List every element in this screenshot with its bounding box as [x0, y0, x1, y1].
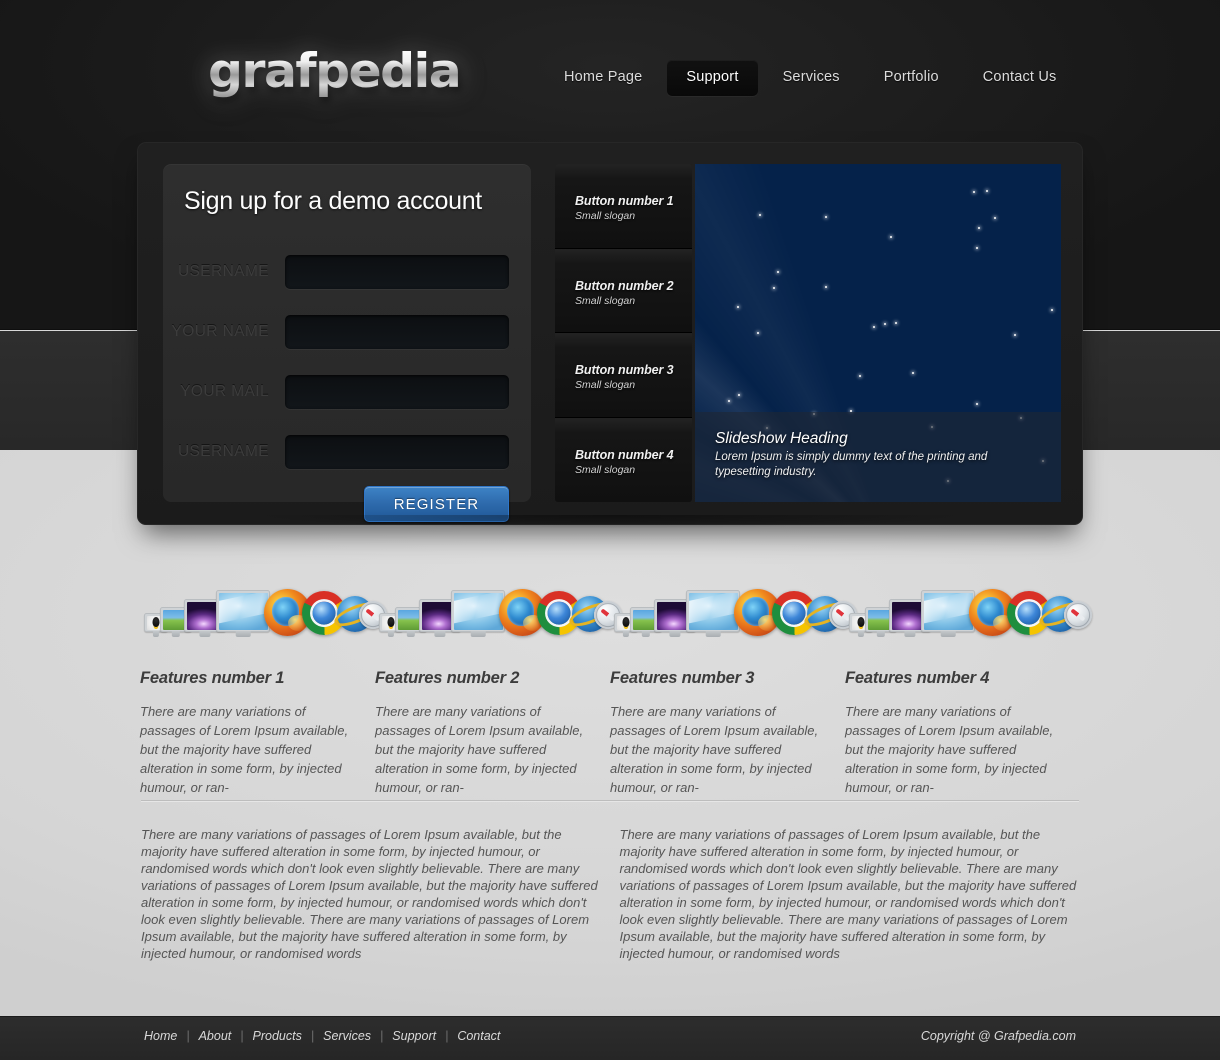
footer-link-products[interactable]: Products	[253, 1029, 302, 1043]
footer-separator: |	[445, 1029, 449, 1043]
label-username-2: USERNAME	[177, 443, 269, 460]
slideshow-caption-heading: Slideshow Heading	[715, 430, 848, 447]
feature-1-title: Features number 1	[140, 669, 285, 687]
label-your-mail: YOUR MAIL	[180, 383, 269, 400]
nav-item-support[interactable]: Support	[667, 60, 758, 96]
footer-separator: |	[240, 1029, 244, 1043]
nav-item-contact-us[interactable]: Contact Us	[964, 60, 1076, 96]
footer-link-home[interactable]: Home	[144, 1029, 177, 1043]
input-username-1[interactable]	[285, 255, 509, 289]
slideshow-button-1[interactable]: Button number 1 Small slogan	[555, 164, 692, 249]
register-row: REGISTER	[163, 482, 531, 522]
footer-link-about[interactable]: About	[199, 1029, 232, 1043]
feature-3-text: There are many variations of passages of…	[610, 704, 819, 795]
browsers-and-monitors-icon	[614, 585, 857, 643]
browsers-and-monitors-icon	[849, 585, 1092, 643]
content-divider	[141, 800, 1079, 801]
nav-item-services[interactable]: Services	[764, 60, 859, 96]
bottom-text-column-2: There are many variations of passages of…	[619, 827, 1077, 961]
form-row-username-2: USERNAME	[163, 422, 531, 482]
feature-card-4: Features number 4 There are many variati…	[845, 585, 1092, 797]
footer-separator: |	[310, 1029, 315, 1043]
feature-card-2: Features number 2 There are many variati…	[375, 585, 622, 797]
feature-2-title: Features number 2	[375, 669, 520, 687]
slideshow-button-1-title: Button number 1	[575, 194, 674, 208]
feature-3-title: Features number 3	[610, 669, 755, 687]
features-row: Features number 1 There are many variati…	[140, 585, 1092, 797]
signup-title: Sign up for a demo account	[184, 187, 482, 215]
register-button[interactable]: REGISTER	[364, 486, 509, 522]
footer-separator: |	[186, 1029, 190, 1043]
form-row-username-1: USERNAME	[163, 242, 531, 302]
monitor-mac-aqua-icon	[451, 590, 505, 632]
hero-panel: Sign up for a demo account USERNAME YOUR…	[137, 142, 1083, 525]
safari-icon	[1064, 601, 1092, 629]
footer-link-services[interactable]: Services	[323, 1029, 371, 1043]
slideshow-button-4-title: Button number 4	[575, 447, 674, 462]
input-username-2[interactable]	[285, 435, 509, 469]
feature-2-text: There are many variations of passages of…	[375, 704, 584, 795]
feature-4-text: There are many variations of passages of…	[845, 704, 1054, 795]
slideshow-stage[interactable]: Slideshow Heading Lorem Ipsum is simply …	[695, 164, 1061, 502]
form-row-your-mail: YOUR MAIL	[163, 362, 531, 422]
input-your-mail[interactable]	[285, 375, 509, 409]
bottom-text-columns: There are many variations of passages of…	[141, 826, 1079, 962]
browsers-and-monitors-icon	[144, 585, 387, 643]
footer-separator: |	[380, 1029, 384, 1043]
header: grafpedia Home Page Support Services Por…	[140, 0, 1080, 140]
feature-4-art	[845, 585, 1092, 643]
slideshow-button-1-slogan: Small slogan	[575, 210, 636, 222]
feature-3-art	[610, 585, 857, 643]
signup-fields: USERNAME YOUR NAME YOUR MAIL USERNAME RE…	[163, 242, 531, 522]
form-row-your-name: YOUR NAME	[163, 302, 531, 362]
footer-navigation: Home | About | Products | Services | Sup…	[144, 1029, 500, 1043]
slideshow-caption: Slideshow Heading Lorem Ipsum is simply …	[695, 412, 1061, 502]
slideshow-button-2[interactable]: Button number 2 Small slogan	[555, 248, 692, 333]
slideshow-button-4[interactable]: Button number 4 Small slogan	[555, 417, 692, 502]
feature-card-3: Features number 3 There are many variati…	[610, 585, 857, 797]
monitor-mac-aqua-icon	[686, 590, 740, 632]
nav-item-portfolio[interactable]: Portfolio	[865, 60, 958, 96]
feature-2-art	[375, 585, 622, 643]
label-your-name: YOUR NAME	[171, 323, 269, 340]
slideshow-button-3-slogan: Small slogan	[575, 379, 636, 391]
page-root: grafpedia Home Page Support Services Por…	[0, 0, 1220, 1060]
monitor-mac-aqua-icon	[216, 590, 270, 632]
feature-card-1: Features number 1 There are many variati…	[140, 585, 387, 797]
site-logo[interactable]: grafpedia	[208, 44, 462, 99]
footer-link-support[interactable]: Support	[392, 1029, 436, 1043]
input-your-name[interactable]	[285, 315, 509, 349]
slideshow-button-list: Button number 1 Small slogan Button numb…	[555, 164, 692, 502]
main-navigation: Home Page Support Services Portfolio Con…	[545, 60, 1076, 96]
monitor-mac-aqua-icon	[921, 590, 975, 632]
bottom-text-column-1: There are many variations of passages of…	[141, 827, 598, 961]
label-username-1: USERNAME	[177, 263, 269, 280]
slideshow-button-2-title: Button number 2	[575, 278, 674, 293]
slideshow-button-3[interactable]: Button number 3 Small slogan	[555, 333, 692, 418]
copyright-text: Copyright @ Grafpedia.com	[920, 1029, 1076, 1043]
feature-1-art	[140, 585, 387, 643]
nav-item-home-page[interactable]: Home Page	[545, 60, 661, 96]
footer-link-contact[interactable]: Contact	[457, 1029, 500, 1043]
signup-form-card: Sign up for a demo account USERNAME YOUR…	[163, 164, 531, 522]
slideshow-caption-text: Lorem Ipsum is simply dummy text of the …	[715, 451, 988, 478]
slideshow-button-4-slogan: Small slogan	[575, 463, 636, 476]
slideshow-button-3-title: Button number 3	[575, 363, 674, 377]
browsers-and-monitors-icon	[379, 585, 622, 643]
slideshow-button-2-slogan: Small slogan	[575, 294, 636, 307]
feature-4-title: Features number 4	[845, 669, 990, 687]
feature-1-text: There are many variations of passages of…	[140, 704, 349, 795]
